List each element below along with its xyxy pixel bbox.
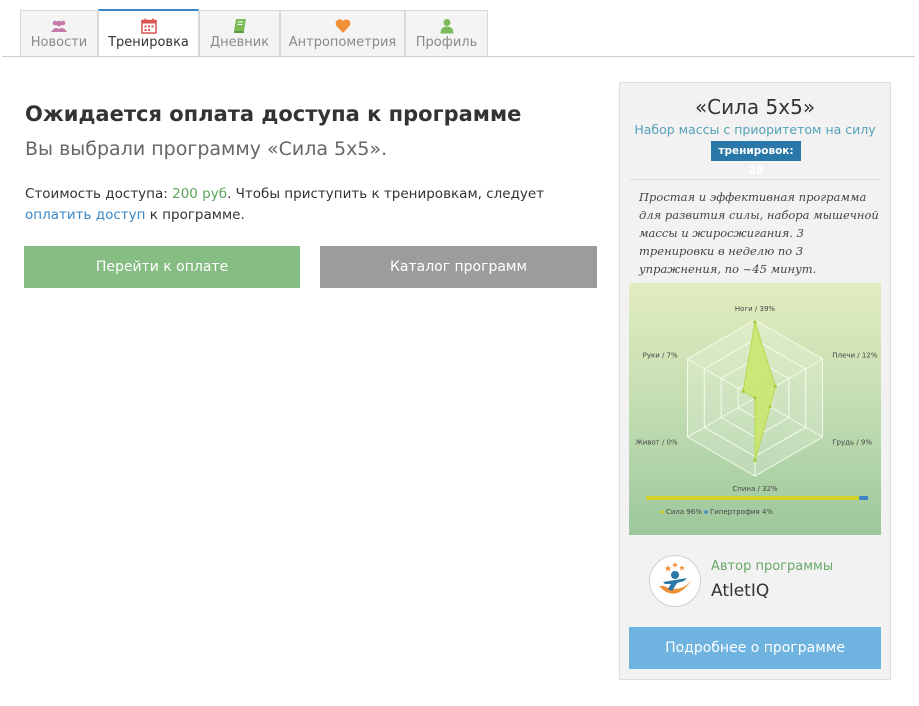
tab-news[interactable]: Новости: [20, 10, 98, 56]
balance-bar: [646, 496, 868, 500]
tab-bar: Новости Тренировка Дневник Антропометрия…: [0, 0, 919, 58]
price-info: Стоимость доступа: 200 руб. Чтобы присту…: [25, 184, 600, 226]
radar-axis-label: Плечи / 12%: [832, 352, 877, 360]
price-value: 200 руб: [172, 186, 228, 202]
legend-marker: [704, 510, 708, 514]
radar-point: [768, 405, 772, 409]
legend-label: Гипертрофия 4%: [710, 508, 773, 516]
price-middle: . Чтобы приступить к тренировкам, следуе…: [227, 186, 545, 202]
heart-icon: [335, 19, 350, 33]
user-icon: [440, 19, 453, 34]
users-icon: [51, 20, 67, 32]
tab-profile-label: Профиль: [415, 35, 478, 50]
legend-marker: [660, 510, 664, 514]
radar-axis-label: Живот / 0%: [635, 439, 678, 447]
muscle-radar-chart: Ноги / 39% Плечи / 12% Грудь / 9% Спина / 3…: [629, 283, 881, 535]
tab-bar-divider: [2, 56, 915, 57]
program-catalog-button[interactable]: Каталог программ: [320, 246, 597, 288]
balance-segment: [646, 496, 860, 500]
workouts-badge: тренировок: 28: [711, 141, 801, 177]
program-card: «Сила 5x5» Набор массы с приоритетом на …: [619, 82, 891, 680]
program-subtitle: Набор массы с приоритетом на силу: [634, 122, 876, 137]
tab-anthropometry-label: Антропометрия: [288, 35, 397, 50]
main-content: Ожидается оплата доступа к программе Вы …: [24, 100, 600, 288]
program-details-button[interactable]: Подробнее о программе: [629, 627, 881, 669]
page-title: Ожидается оплата доступа к программе: [25, 102, 522, 126]
radar-axis-label: Ноги / 39%: [735, 305, 775, 313]
radar-axis-label: Грудь / 9%: [832, 439, 872, 447]
tab-diary[interactable]: Дневник: [199, 10, 280, 56]
author-label: Автор программы: [711, 559, 834, 574]
tab-news-label: Новости: [30, 35, 88, 50]
tab-profile[interactable]: Профиль: [405, 10, 488, 56]
legend-label: Сила 96%: [666, 508, 702, 516]
pay-access-link[interactable]: оплатить доступ: [25, 207, 145, 223]
radar-svg: Ноги / 39% Плечи / 12% Грудь / 9% Спина / 3…: [635, 305, 878, 516]
card-divider: [630, 179, 880, 180]
tab-training-label: Тренировка: [108, 35, 189, 50]
price-suffix: к программе.: [145, 207, 245, 223]
calendar-icon: [140, 18, 157, 34]
go-to-payment-button[interactable]: Перейти к оплате: [24, 246, 300, 288]
radar-point: [753, 458, 757, 462]
page-subtitle: Вы выбрали программу «Сила 5x5».: [25, 138, 388, 160]
balance-legend: Сила 96% Гипертрофия 4%: [660, 508, 773, 516]
tab-anthropometry[interactable]: Антропометрия: [280, 10, 405, 56]
balance-segment: [859, 496, 868, 500]
radar-axis-label: Руки / 7%: [643, 352, 678, 360]
program-description: Простая и эффективная программа для разв…: [639, 190, 879, 276]
radar-point: [741, 389, 745, 393]
tab-diary-label: Дневник: [209, 35, 270, 50]
tab-training[interactable]: Тренировка: [98, 9, 199, 57]
atletiq-logo-icon: [651, 557, 699, 605]
program-title: «Сила 5x5»: [694, 95, 816, 119]
author-name[interactable]: AtletIQ: [711, 581, 769, 601]
price-prefix: Стоимость доступа:: [25, 186, 173, 202]
radar-point: [773, 384, 777, 388]
author-avatar[interactable]: [649, 555, 701, 607]
radar-point: [753, 320, 757, 324]
radar-point: [753, 396, 757, 400]
radar-axis-label: Спина / 32%: [732, 485, 778, 493]
book-icon: [233, 19, 246, 33]
